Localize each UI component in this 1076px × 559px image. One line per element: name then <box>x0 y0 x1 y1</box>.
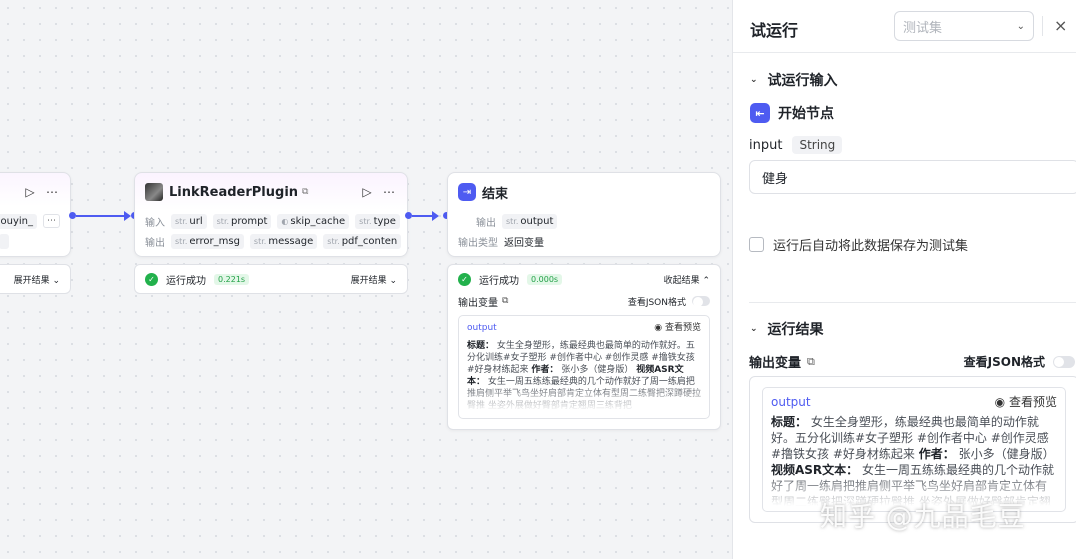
output-name: output <box>467 323 497 333</box>
divider <box>749 302 1076 303</box>
node-title: 结束 <box>482 186 509 202</box>
run-status-text: 运行成功 <box>479 275 519 287</box>
node-title: LinkReaderPlugin <box>169 184 299 200</box>
output-param-output: str. output <box>502 213 558 229</box>
success-check-icon: ✓ <box>458 272 471 286</box>
node-previous-result-bar: 展开结果 ⌄ <box>0 264 71 294</box>
input-param-url: str. url <box>171 213 207 229</box>
section-header-input[interactable]: ⌄ 试运行输入 <box>750 70 838 90</box>
input-param-prompt: str. prompt <box>212 213 272 229</box>
eye-icon: ◉ <box>654 323 663 333</box>
edge-connector <box>412 215 434 217</box>
divider <box>1042 16 1043 36</box>
node-linkreader[interactable]: LinkReaderPlugin ⧉ ▷ ⋯ 输入 str. url str. pr… <box>134 172 408 257</box>
json-view-toggle[interactable] <box>1053 355 1075 368</box>
node-outputs-row: 输出 str. output <box>448 211 720 231</box>
output-name: output <box>771 395 811 409</box>
save-testset-label: 运行后自动将此数据保存为测试集 <box>773 239 969 254</box>
json-view-label: 查看JSON格式 <box>963 355 1045 369</box>
run-time-badge: 0.221s <box>214 273 250 285</box>
more-options-icon[interactable]: ⋯ <box>44 184 60 200</box>
copy-icon[interactable]: ⧉ <box>502 296 508 306</box>
output-type-row: 输出类型 返回变量 <box>448 231 720 251</box>
close-icon[interactable]: × <box>1054 16 1067 35</box>
collapse-result-button[interactable]: 收起结果 ⌃ <box>664 273 710 286</box>
output-card: output ◉ 查看预览 标题： 女生全身塑形，练最经典也最简单的动作就好。五… <box>458 315 710 419</box>
section-header-result[interactable]: ⌄ 运行结果 <box>750 319 824 339</box>
output-param-message: str. message <box>249 233 318 249</box>
output-vars-label: 输出变量 <box>749 356 802 371</box>
outputs-label: 输出 <box>476 217 496 229</box>
success-check-icon: ✓ <box>145 272 158 286</box>
node-end[interactable]: ⇥ 结束 输出 str. output 输出类型 返回变量 <box>447 172 721 257</box>
plugin-avatar-icon <box>145 183 163 201</box>
divider <box>733 52 1076 53</box>
inputs-label: 输入 <box>145 217 165 229</box>
node-previous[interactable]: ▷ ⋯ ouyin_ ⋯ <box>0 172 71 257</box>
field-name: input <box>749 137 783 153</box>
run-time-badge: 0.000s <box>527 273 563 285</box>
edge-connector <box>76 215 126 217</box>
expand-result-button[interactable]: 展开结果 ⌄ <box>14 273 60 286</box>
test-run-panel: 试运行 测试集 ⌄ × ⌄ 试运行输入 ⇤ 开始节点 input String … <box>732 0 1076 559</box>
param-tag <box>0 233 9 249</box>
output-text: 标题： 女生全身塑形，练最经典也最简单的动作就好。五分化训练#女子塑形 #创作者… <box>771 415 1055 506</box>
output-param-pdf-content: str. pdf_conten <box>323 233 402 249</box>
output-vars-row: 输出变量 ⧉ 查看JSON格式 <box>749 352 1075 371</box>
run-node-icon[interactable]: ▷ <box>359 184 375 200</box>
save-testset-checkbox[interactable] <box>749 237 764 252</box>
input-param-type: str. type <box>355 213 400 229</box>
output-port[interactable] <box>69 212 76 219</box>
field-type-badge: String <box>792 136 843 154</box>
more-params-chip[interactable]: ⋯ <box>43 214 60 228</box>
preview-button[interactable]: ◉ 查看预览 <box>995 394 1057 410</box>
chevron-down-icon: ⌄ <box>1016 20 1025 32</box>
toggle-type-icon: ◐ <box>281 216 289 226</box>
field-label-row: input String <box>749 136 843 154</box>
edge-arrow-icon <box>124 211 131 221</box>
input-field[interactable]: 健身 <box>749 160 1076 194</box>
node-outputs-row: 输出 str. error_msg str. message str. pdf_con… <box>135 231 407 251</box>
select-placeholder: 测试集 <box>903 20 943 36</box>
output-card: output ◉ 查看预览 标题： 女生全身塑形，练最经典也最简单的动作就好。五… <box>762 387 1066 512</box>
output-text: 标题： 女生全身塑形，练最经典也最简单的动作就好。五分化训练#女子塑形 #创作者… <box>467 341 701 411</box>
run-node-icon[interactable]: ▷ <box>22 184 38 200</box>
output-type-label: 输出类型 <box>458 237 498 249</box>
chevron-down-icon: ⌄ <box>750 75 758 85</box>
chevron-down-icon: ⌄ <box>750 324 758 334</box>
plugin-info-icon[interactable]: ⧉ <box>302 187 308 197</box>
expand-result-button[interactable]: 展开结果 ⌄ <box>351 273 397 286</box>
start-node-header: ⇤ 开始节点 <box>750 103 834 123</box>
output-type-value: 返回变量 <box>504 237 544 249</box>
node-linkreader-result-bar: ✓ 运行成功 0.221s 展开结果 ⌄ <box>134 264 408 294</box>
preview-button[interactable]: ◉ 查看预览 <box>654 322 701 334</box>
node-inputs-row: 输入 str. url str. prompt ◐ skip_cache str. ty… <box>135 211 407 231</box>
output-port[interactable] <box>405 212 412 219</box>
end-node-icon: ⇥ <box>458 183 476 201</box>
output-vars-label: 输出变量 <box>458 297 498 309</box>
json-view-toggle[interactable] <box>692 296 710 307</box>
watermark: 知乎 @九品毛豆 <box>820 502 1026 533</box>
eye-icon: ◉ <box>994 395 1006 409</box>
test-set-select[interactable]: 测试集 ⌄ <box>894 11 1034 41</box>
output-param-error-msg: str. error_msg <box>171 233 244 249</box>
copy-icon[interactable]: ⧉ <box>807 355 815 369</box>
panel-title: 试运行 <box>750 21 799 40</box>
outputs-label: 输出 <box>145 237 165 249</box>
save-testset-checkbox-row[interactable]: 运行后自动将此数据保存为测试集 <box>749 235 968 254</box>
run-status-text: 运行成功 <box>166 275 206 287</box>
edge-arrow-icon <box>432 211 439 221</box>
input-param-skip-cache: ◐ skip_cache <box>277 213 350 229</box>
param-tag: ouyin_ <box>0 213 37 229</box>
start-node-icon: ⇤ <box>750 103 770 123</box>
json-view-label: 查看JSON格式 <box>627 297 686 308</box>
node-end-result-panel: ✓ 运行成功 0.000s 收起结果 ⌃ 输出变量 ⧉ 查看JSON格式 out… <box>447 264 721 430</box>
workflow-canvas[interactable]: ▷ ⋯ ouyin_ ⋯ 展开结果 ⌄ LinkReaderPlugin ⧉ ▷… <box>0 0 732 559</box>
more-options-icon[interactable]: ⋯ <box>381 184 397 200</box>
